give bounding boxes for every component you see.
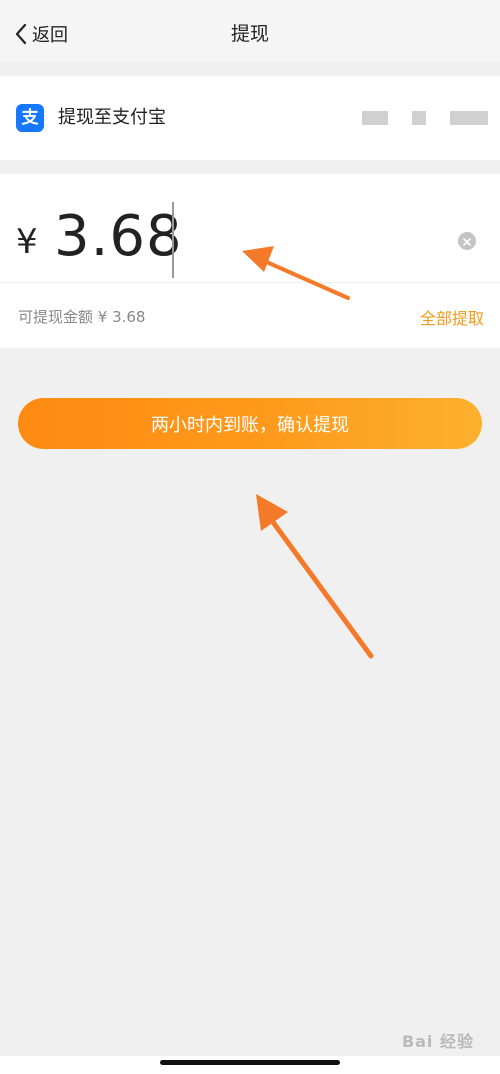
nav-bar: 返回 提现	[0, 6, 500, 62]
page-title: 提现	[230, 23, 269, 45]
withdraw-all-link[interactable]: 全部提取	[420, 305, 484, 329]
home-indicator[interactable]	[160, 1060, 340, 1065]
withdraw-destination-row[interactable]: 支 提现至支付宝	[0, 76, 500, 160]
masked-account-part	[412, 111, 426, 125]
watermark: Bai 经验	[401, 1032, 474, 1051]
amount-input[interactable]: 3.68	[54, 204, 183, 269]
available-balance: 可提现金额 ¥ 3.68	[18, 308, 146, 326]
alipay-icon: 支	[16, 104, 44, 132]
currency-symbol: ¥	[16, 222, 38, 262]
clear-amount-button[interactable]	[458, 232, 476, 250]
divider	[0, 282, 500, 283]
text-caret	[172, 202, 174, 278]
alipay-logo-char: 支	[21, 107, 39, 128]
destination-label: 提现至支付宝	[58, 107, 166, 128]
close-icon	[462, 232, 472, 251]
masked-account-part	[362, 111, 388, 125]
confirm-withdraw-button[interactable]: 两小时内到账，确认提现	[18, 398, 482, 449]
confirm-withdraw-label: 两小时内到账，确认提现	[151, 414, 349, 436]
arrow-icon	[256, 494, 374, 659]
masked-account-part	[450, 111, 488, 125]
bottom-bar	[0, 1056, 500, 1074]
amount-card: ¥ 3.68 可提现金额 ¥ 3.68 全部提取	[0, 174, 500, 348]
annotation-arrows	[242, 246, 374, 659]
